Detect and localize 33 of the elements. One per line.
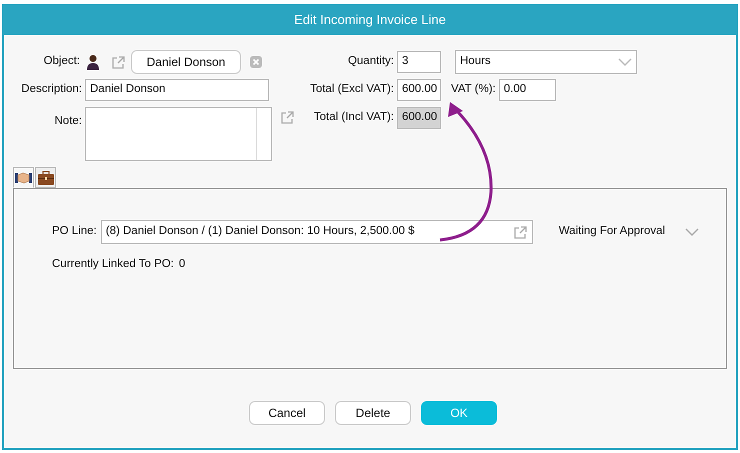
external-link-icon[interactable] [281,111,294,124]
object-button[interactable]: Daniel Donson [131,50,241,74]
description-field[interactable]: Daniel Donson [85,79,269,101]
field-label: Object: [42,54,80,70]
field-label: Note: [54,114,82,129]
dialog-button[interactable]: Delete [335,401,411,425]
person-icon [86,54,100,70]
window-title: Edit Incoming Invoice Line [294,10,446,29]
external-link-icon[interactable] [112,56,125,68]
field-label: Total (Incl VAT): [312,110,394,126]
linked-count: 0 [178,257,186,272]
quantity-field[interactable]: 3 [397,51,441,73]
field-label: Total (Excl VAT): [309,82,394,98]
status-dropdown[interactable]: Waiting For Approval [558,223,699,241]
dialog-button[interactable]: Cancel [249,401,325,425]
tab[interactable] [13,167,34,188]
field-label: VAT (%): [451,82,496,98]
total-excl-field[interactable]: 600.00 [397,79,441,101]
chevron-down-icon [618,58,632,66]
tab[interactable] [35,167,56,188]
po-line-field[interactable]: (8) Daniel Donson / (1) Daniel Donson: 10 Hours, 2,500.00 $ [100,220,533,244]
field-label: Currently Linked To PO: [52,257,174,272]
field-label: Quantity: [346,54,394,70]
clear-icon[interactable] [250,56,262,68]
briefcase-icon [38,170,54,184]
vat-field[interactable]: 0.00 [498,79,556,101]
note-field[interactable] [85,107,272,161]
field-label: PO Line: [52,224,97,240]
handshake-icon [15,172,32,184]
chevron-down-icon [684,228,699,236]
field-label: Description: [20,82,82,98]
unit-dropdown[interactable]: Hours [455,50,637,74]
external-link-icon[interactable] [514,226,528,238]
